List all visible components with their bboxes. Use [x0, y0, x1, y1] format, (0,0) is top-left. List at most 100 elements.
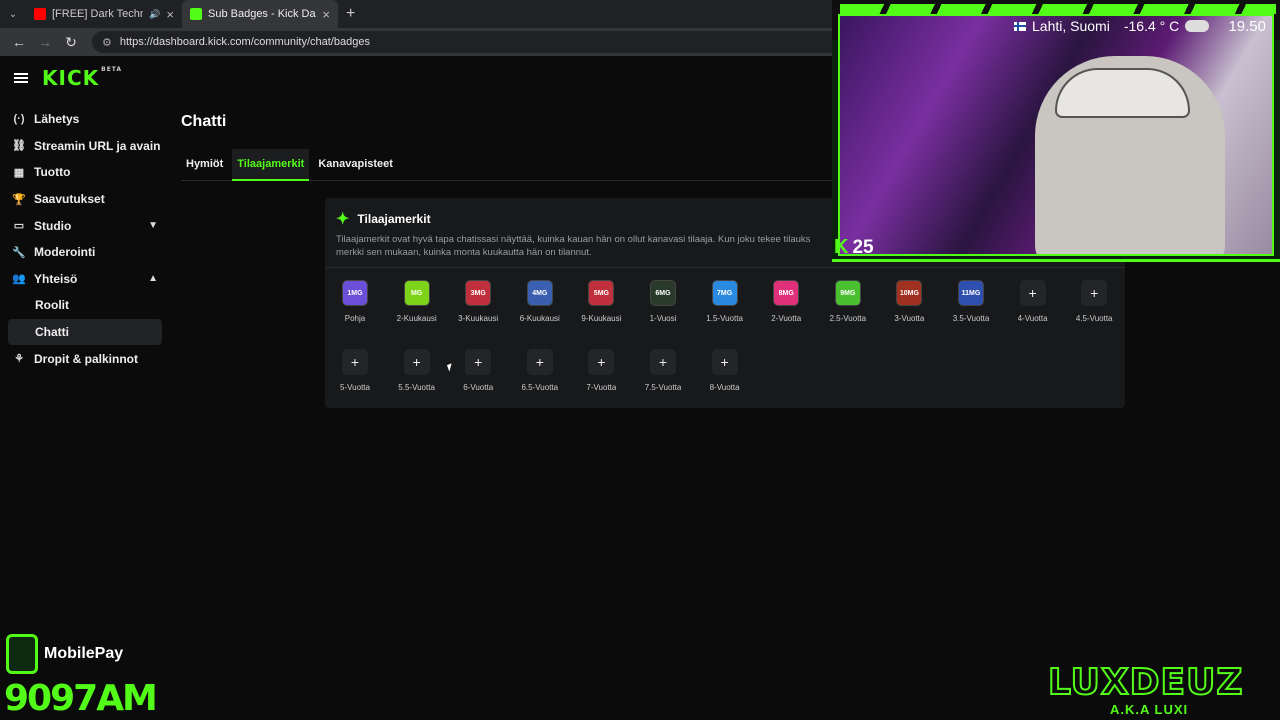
badge-image-icon: 4MG	[526, 280, 553, 306]
badge-slot[interactable]: +4.5-Vuotta	[1064, 280, 1124, 323]
browser-tab-music[interactable]: [FREE] Dark Techno Urban 🔊 ×	[26, 0, 182, 28]
weather-location: Lahti, Suomi	[1032, 18, 1110, 34]
badge-image-icon: 8MG	[773, 280, 800, 306]
cloud-icon	[1185, 20, 1210, 32]
badge-slot[interactable]: +7-Vuotta	[571, 349, 631, 392]
sidebar-item-label: Studio	[34, 218, 72, 233]
badge-slot[interactable]: 4MG 6-Kuukausi	[510, 280, 570, 323]
page-title: Chatti	[181, 113, 227, 130]
new-tab-button[interactable]: +	[346, 5, 355, 23]
sidebar-item-chatti[interactable]: Chatti	[8, 318, 162, 346]
badge-slot[interactable]: 11MG 3.5-Vuotta	[941, 280, 1001, 323]
badge-slot[interactable]: MG 2-Kuukausi	[387, 280, 447, 323]
kick-count: 25	[852, 236, 874, 258]
browser-tab-kick[interactable]: Sub Badges - Kick Dashboard ×	[182, 0, 338, 28]
add-badge-plus-icon: +	[588, 349, 615, 375]
sidebar: (·) Lähetys ⛓ Streamin URL ja avain ▦ Tuott…	[0, 106, 170, 372]
badge-label: 4.5-Vuotta	[1075, 314, 1113, 323]
badge-slot[interactable]: 1MG Pohja	[325, 280, 385, 323]
badge-slot[interactable]: +7.5-Vuotta	[633, 349, 693, 392]
studio-icon: ▭	[13, 220, 25, 233]
sidebar-item-saavutukset[interactable]: 🏆 Saavutukset	[0, 186, 170, 213]
badge-slot[interactable]: 7MG 1.5-Vuotta	[695, 280, 755, 323]
badge-image-icon: MG	[403, 280, 430, 306]
site-info-icon[interactable]: ⚙	[102, 36, 112, 49]
tab-tilaajamerkit[interactable]: Tilaajamerkit	[232, 149, 310, 181]
badge-label: 6-Kuukausi	[519, 314, 560, 323]
overlay-clock: 19.50	[1228, 18, 1266, 35]
content-tabs: Hymiöt Tilaajamerkit Kanavapisteet	[181, 149, 841, 181]
badge-label: Pohja	[344, 314, 366, 323]
sidebar-item-label: Yhteisö	[34, 271, 78, 286]
badge-label: 3.5-Vuotta	[952, 314, 990, 323]
badge-slot[interactable]: 10MG 3-Vuotta	[879, 280, 939, 323]
link-icon: ⛓	[12, 140, 26, 153]
mobilepay-widget: MobilePay	[6, 634, 123, 674]
sidebar-item-dropit[interactable]: ⚘ Dropit & palkinnot	[0, 345, 170, 372]
badge-slot[interactable]: +6-Vuotta	[448, 349, 508, 392]
sidebar-item-tuotto[interactable]: ▦ Tuotto	[0, 159, 170, 186]
badge-image-icon: 11MG	[958, 280, 984, 306]
reload-icon[interactable]: ↻	[60, 31, 82, 53]
audio-speaker-icon: 🔊	[149, 8, 161, 19]
badge-slot[interactable]: +4-Vuotta	[1003, 280, 1063, 323]
tab-close-icon[interactable]: ×	[166, 7, 174, 22]
sidebar-item-label: Streamin URL ja avain	[34, 138, 161, 153]
hamburger-menu-icon[interactable]	[14, 73, 28, 83]
tab-search-chevron-icon[interactable]: ⌄	[0, 0, 26, 28]
streamer-cap	[1055, 68, 1190, 118]
sidebar-item-roolit[interactable]: Roolit	[0, 292, 170, 319]
badge-label: 6.5-Vuotta	[521, 383, 559, 392]
logo-text: KICK	[42, 66, 100, 90]
badge-slot[interactable]: +8-Vuotta	[695, 349, 755, 392]
tab-kanavapisteet[interactable]: Kanavapisteet	[313, 149, 398, 181]
badge-label: 5.5-Vuotta	[398, 383, 435, 392]
trophy-icon: 🏆	[12, 193, 26, 206]
sidebar-item-label: Chatti	[35, 325, 69, 340]
tab-title: Sub Badges - Kick Dashboard	[208, 8, 316, 20]
sidebar-item-studio[interactable]: ▭ Studio ▼	[0, 212, 170, 239]
kick-k-icon: K	[834, 236, 849, 258]
broadcast-icon: (·)	[13, 113, 25, 126]
weather-temperature: -16.4 ° C	[1123, 18, 1180, 34]
sidebar-item-label: Tuotto	[34, 165, 71, 180]
logo-beta: BETA	[101, 66, 123, 73]
badge-slot[interactable]: +6.5-Vuotta	[510, 349, 570, 392]
kick-favicon-icon	[190, 8, 202, 20]
tab-hymiot[interactable]: Hymiöt	[181, 149, 228, 181]
badge-label: 6-Vuotta	[463, 383, 494, 392]
badge-image-icon: 6MG	[650, 280, 676, 306]
sidebar-item-moderointi[interactable]: 🔧 Moderointi	[0, 239, 170, 266]
tab-close-icon[interactable]: ×	[322, 7, 330, 22]
badge-slot[interactable]: +5-Vuotta	[325, 349, 385, 392]
badge-slot[interactable]: 6MG 1-Vuosi	[633, 280, 693, 323]
weather-widget: Lahti, Suomi -16.4 ° C	[1014, 18, 1210, 34]
badge-label: 4-Vuotta	[1017, 314, 1048, 323]
address-bar[interactable]: ⚙ https://dashboard.kick.com/community/c…	[92, 31, 852, 53]
badge-label: 8-Vuotta	[709, 383, 740, 392]
webcam-feed	[838, 14, 1274, 256]
badge-slot[interactable]: 8MG 2-Vuotta	[756, 280, 816, 323]
badge-image-icon: 1MG	[342, 280, 368, 306]
finland-flag-icon	[1014, 21, 1026, 31]
badge-slot[interactable]: 9MG 2.5-Vuotta	[818, 280, 878, 323]
forward-arrow-icon[interactable]: →	[34, 31, 56, 53]
sidebar-item-yhteiso[interactable]: 👥 Yhteisö ▲	[0, 266, 170, 293]
add-badge-plus-icon: +	[1019, 280, 1046, 306]
chevron-down-icon: ▼	[148, 220, 158, 232]
sidebar-item-label: Moderointi	[34, 245, 96, 260]
sidebar-item-lahetys[interactable]: (·) Lähetys	[0, 106, 170, 133]
webcam-overlay: Lahti, Suomi -16.4 ° C 19.50	[832, 0, 1280, 262]
badge-label: 2.5-Vuotta	[829, 314, 867, 323]
overlay-stripe-decoration	[840, 4, 1276, 14]
card-title-text: Tilaajamerkit	[357, 212, 431, 226]
badge-slot[interactable]: 5MG 9-Kuukausi	[571, 280, 631, 323]
screen: ⌄ [FREE] Dark Techno Urban 🔊 × Sub Badge…	[0, 0, 1280, 720]
kick-logo[interactable]: KICK BETA	[42, 66, 122, 90]
back-arrow-icon[interactable]: ←	[8, 31, 30, 53]
badge-slot[interactable]: 3MG 3-Kuukausi	[448, 280, 508, 323]
badge-slot[interactable]: +5.5-Vuotta	[387, 349, 447, 392]
sidebar-item-stream-url[interactable]: ⛓ Streamin URL ja avain	[0, 133, 170, 160]
gift-icon: ⚘	[14, 353, 24, 366]
sidebar-item-label: Dropit & palkinnot	[34, 351, 138, 366]
